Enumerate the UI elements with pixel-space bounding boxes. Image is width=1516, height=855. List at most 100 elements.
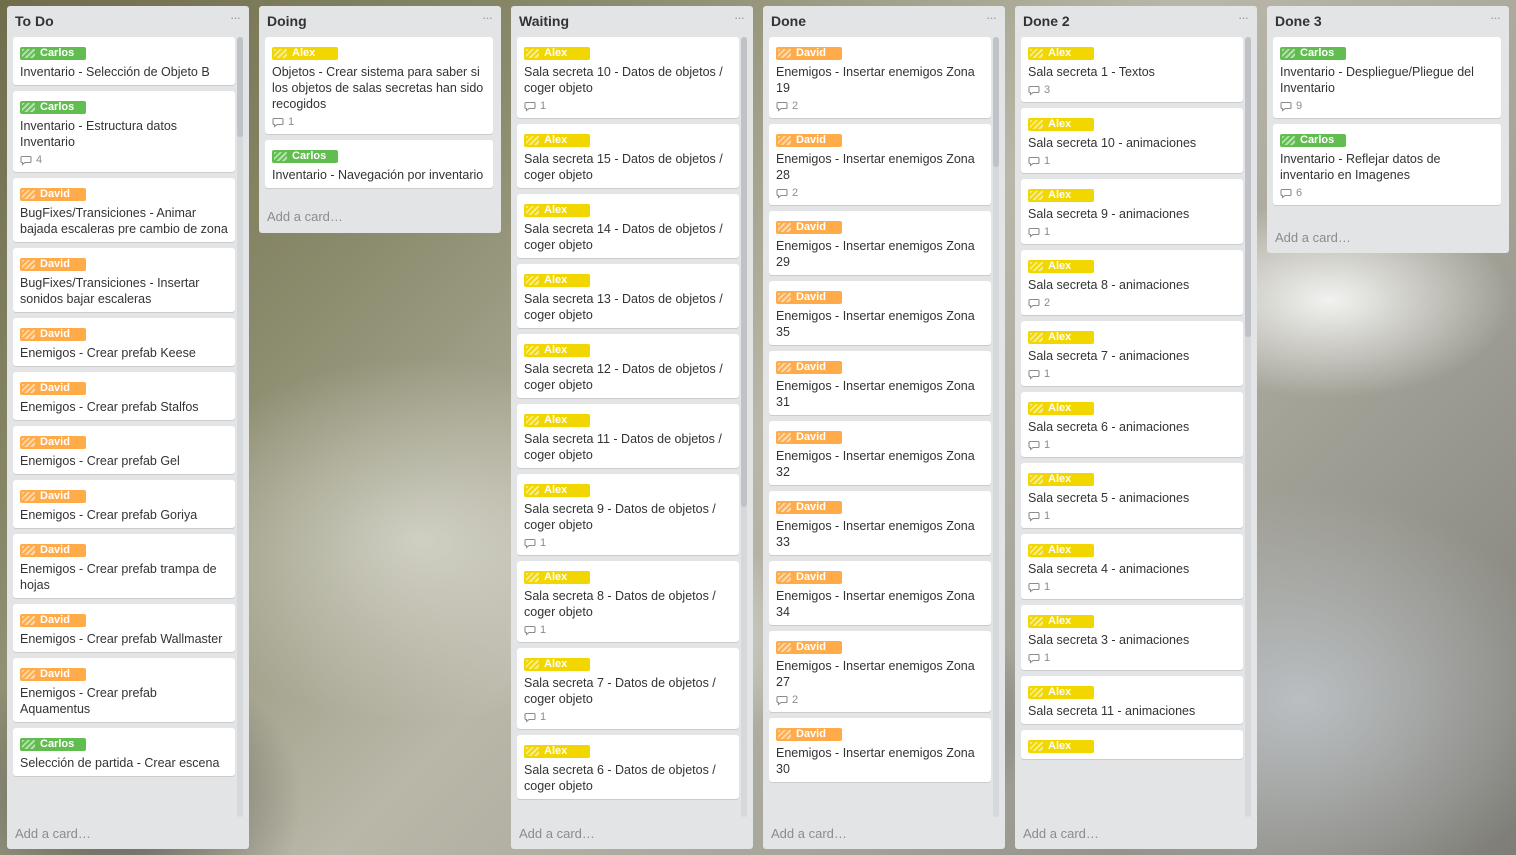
card[interactable]: Alex Sala secreta 6 - Datos de objetos / … <box>517 735 739 799</box>
card[interactable]: David Enemigos - Insertar enemigos Zona 3… <box>769 281 991 345</box>
card[interactable]: David Enemigos - Crear prefab Gel <box>13 426 235 474</box>
card[interactable]: Carlos Selección de partida - Crear escen… <box>13 728 235 776</box>
add-card-link[interactable]: Add a card… <box>267 209 343 224</box>
card[interactable]: Alex Sala secreta 3 - animaciones 1 <box>1021 605 1243 670</box>
member-label-text: Carlos <box>40 101 75 113</box>
card[interactable]: David Enemigos - Insertar enemigos Zona 2… <box>769 124 991 205</box>
list-menu-icon[interactable]: ··· <box>482 10 493 25</box>
card-title: Enemigos - Insertar enemigos Zona 34 <box>776 589 975 619</box>
add-card-link[interactable]: Add a card… <box>771 826 847 841</box>
card[interactable]: David Enemigos - Insertar enemigos Zona 3… <box>769 421 991 485</box>
scrollbar[interactable] <box>741 37 747 817</box>
card[interactable]: David BugFixes/Transiciones - Insertar so… <box>13 248 235 312</box>
card-title: Enemigos - Insertar enemigos Zona 29 <box>776 239 975 269</box>
card[interactable]: David Enemigos - Crear prefab Stalfos <box>13 372 235 420</box>
card[interactable]: David Enemigos - Crear prefab trampa de h… <box>13 534 235 598</box>
add-card-link[interactable]: Add a card… <box>519 826 595 841</box>
list-title[interactable]: Done 2 <box>1023 13 1070 29</box>
card[interactable]: Alex Sala secreta 6 - animaciones 1 <box>1021 392 1243 457</box>
member-label: David <box>776 291 842 304</box>
card[interactable]: Alex Sala secreta 12 - Datos de objetos /… <box>517 334 739 398</box>
card[interactable]: David Enemigos - Insertar enemigos Zona 1… <box>769 37 991 118</box>
list-menu-icon[interactable]: ··· <box>986 10 997 25</box>
card[interactable]: David Enemigos - Crear prefab Keese <box>13 318 235 366</box>
list-menu-icon[interactable]: ··· <box>1490 10 1501 25</box>
scrollbar[interactable] <box>1245 37 1251 817</box>
card[interactable]: Alex Sala secreta 9 - Datos de objetos / … <box>517 474 739 555</box>
card[interactable]: Alex Sala secreta 7 - animaciones 1 <box>1021 321 1243 386</box>
list-menu-icon[interactable]: ··· <box>1238 10 1249 25</box>
scrollbar[interactable] <box>237 37 243 817</box>
member-label-text: David <box>796 134 826 146</box>
card[interactable]: Carlos Inventario - Navegación por invent… <box>265 140 493 188</box>
card-title: Sala secreta 9 - animaciones <box>1028 207 1190 221</box>
card-title: Sala secreta 15 - Datos de objetos / cog… <box>524 152 723 182</box>
list-title[interactable]: Doing <box>267 13 307 29</box>
card[interactable]: Carlos Inventario - Selección de Objeto B <box>13 37 235 85</box>
member-label: Carlos <box>20 101 86 114</box>
card[interactable]: Alex Sala secreta 10 - Datos de objetos /… <box>517 37 739 118</box>
card[interactable]: Alex <box>1021 730 1243 759</box>
add-card-link[interactable]: Add a card… <box>1275 230 1351 245</box>
label-pattern-icon <box>22 384 35 393</box>
card[interactable]: Carlos Inventario - Estructura datos Inve… <box>13 91 235 172</box>
card[interactable]: Alex Sala secreta 14 - Datos de objetos /… <box>517 194 739 258</box>
card[interactable]: Alex Sala secreta 8 - animaciones 2 <box>1021 250 1243 315</box>
list-title[interactable]: Done <box>771 13 806 29</box>
card[interactable]: David Enemigos - Insertar enemigos Zona 2… <box>769 211 991 275</box>
comment-icon <box>1028 369 1040 380</box>
comment-icon <box>524 712 536 723</box>
card[interactable]: David Enemigos - Insertar enemigos Zona 3… <box>769 491 991 555</box>
card[interactable]: Alex Sala secreta 11 - Datos de objetos /… <box>517 404 739 468</box>
member-label: Alex <box>524 204 590 217</box>
add-card-link[interactable]: Add a card… <box>15 826 91 841</box>
card[interactable]: Alex Sala secreta 8 - Datos de objetos / … <box>517 561 739 642</box>
card[interactable]: David Enemigos - Crear prefab Wallmaster <box>13 604 235 652</box>
card-title: Enemigos - Crear prefab trampa de hojas <box>20 562 217 592</box>
member-label: Alex <box>524 484 590 497</box>
card-badges: 6 <box>1280 186 1494 200</box>
card[interactable]: David Enemigos - Insertar enemigos Zona 3… <box>769 561 991 625</box>
add-card-link[interactable]: Add a card… <box>1023 826 1099 841</box>
card[interactable]: Carlos Inventario - Reflejar datos de inv… <box>1273 124 1501 205</box>
member-label: Carlos <box>1280 134 1346 147</box>
card[interactable]: Alex Sala secreta 10 - animaciones 1 <box>1021 108 1243 173</box>
list-title[interactable]: Done 3 <box>1275 13 1322 29</box>
list-title[interactable]: Waiting <box>519 13 569 29</box>
card[interactable]: Alex Sala secreta 4 - animaciones 1 <box>1021 534 1243 599</box>
label-pattern-icon <box>1030 120 1043 129</box>
scrollbar[interactable] <box>993 37 999 817</box>
member-label-text: Alex <box>1048 615 1072 627</box>
comment-count: 1 <box>288 116 295 128</box>
card[interactable]: David Enemigos - Crear prefab Goriya <box>13 480 235 528</box>
list-title[interactable]: To Do <box>15 13 54 29</box>
list-menu-icon[interactable]: ··· <box>230 10 241 25</box>
card-badges: 1 <box>272 115 486 129</box>
label-pattern-icon <box>22 103 35 112</box>
list-menu-icon[interactable]: ··· <box>734 10 745 25</box>
card[interactable]: Alex Sala secreta 5 - animaciones 1 <box>1021 463 1243 528</box>
card[interactable]: Alex Sala secreta 13 - Datos de objetos /… <box>517 264 739 328</box>
member-label: Alex <box>1028 402 1094 415</box>
card[interactable]: Alex Sala secreta 9 - animaciones 1 <box>1021 179 1243 244</box>
card[interactable]: David Enemigos - Insertar enemigos Zona 2… <box>769 631 991 712</box>
member-label: Alex <box>272 47 338 60</box>
card[interactable]: David Enemigos - Insertar enemigos Zona 3… <box>769 351 991 415</box>
card-title: Sala secreta 13 - Datos de objetos / cog… <box>524 292 723 322</box>
member-label-text: Alex <box>1048 473 1072 485</box>
card[interactable]: Alex Sala secreta 7 - Datos de objetos / … <box>517 648 739 729</box>
board: To Do ··· Carlos Inventario - Selección d… <box>0 0 1516 855</box>
label-pattern-icon <box>526 573 539 582</box>
card-title: Sala secreta 10 - animaciones <box>1028 136 1197 150</box>
card[interactable]: David Enemigos - Insertar enemigos Zona 3… <box>769 718 991 782</box>
card[interactable]: Alex Objetos - Crear sistema para saber s… <box>265 37 493 134</box>
card[interactable]: David Enemigos - Crear prefab Aquamentus <box>13 658 235 722</box>
card[interactable]: Alex Sala secreta 11 - animaciones <box>1021 676 1243 724</box>
card-title: Sala secreta 4 - animaciones <box>1028 562 1190 576</box>
card[interactable]: Carlos Inventario - Despliegue/Pliegue de… <box>1273 37 1501 118</box>
card[interactable]: David BugFixes/Transiciones - Animar baja… <box>13 178 235 242</box>
card[interactable]: Alex Sala secreta 15 - Datos de objetos /… <box>517 124 739 188</box>
label-pattern-icon <box>1282 136 1295 145</box>
member-label: Alex <box>1028 686 1094 699</box>
card[interactable]: Alex Sala secreta 1 - Textos 3 <box>1021 37 1243 102</box>
